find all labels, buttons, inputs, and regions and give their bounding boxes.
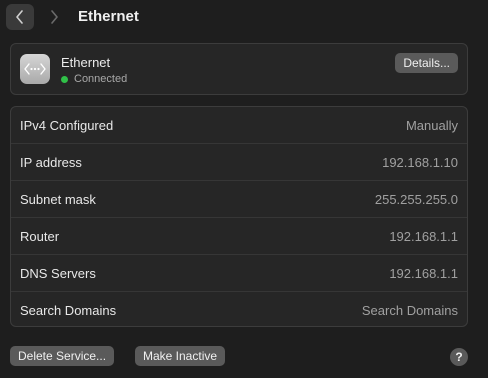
make-inactive-button[interactable]: Make Inactive: [135, 346, 226, 366]
info-row-subnet-mask: Subnet mask 255.255.255.0: [11, 181, 467, 218]
info-label: IPv4 Configured: [20, 117, 114, 133]
details-button[interactable]: Details...: [395, 53, 458, 73]
info-label: DNS Servers: [20, 265, 96, 281]
info-label: Search Domains: [20, 303, 117, 318]
info-row-dns-servers: DNS Servers 192.168.1.1: [11, 255, 467, 292]
info-value: Manually: [405, 117, 458, 133]
info-value: Search Domains: [361, 303, 458, 318]
title-bar: Ethernet: [0, 0, 488, 34]
service-card: Ethernet Connected Details...: [10, 43, 468, 95]
info-row-ip-address: IP address 192.168.1.10: [11, 144, 467, 181]
info-value: 192.168.1.10: [382, 154, 458, 170]
help-button[interactable]: ?: [450, 348, 468, 366]
info-label: Subnet mask: [20, 191, 96, 207]
delete-service-button[interactable]: Delete Service...: [10, 346, 115, 366]
service-name: Ethernet: [61, 55, 111, 70]
chevron-left-icon: [16, 10, 23, 24]
page-title: Ethernet: [78, 8, 139, 25]
info-row-ipv4-configured: IPv4 Configured Manually: [11, 107, 467, 144]
back-button[interactable]: [6, 4, 34, 30]
status-label: Connected: [74, 73, 128, 85]
ethernet-icon: [20, 54, 50, 84]
info-label: IP address: [20, 154, 82, 170]
info-value: 255.255.255.0: [374, 191, 458, 207]
chevron-right-icon: [51, 10, 58, 24]
info-row-router: Router 192.168.1.1: [11, 218, 467, 255]
info-label: Router: [20, 228, 60, 244]
status-dot-icon: [61, 75, 68, 83]
info-row-search-domains: Search Domains Search Domains: [11, 292, 467, 329]
info-value: 192.168.1.1: [389, 265, 458, 281]
connection-status: Connected: [61, 73, 127, 85]
forward-button[interactable]: [42, 4, 66, 30]
network-info-panel: IPv4 Configured Manually IP address 192.…: [10, 106, 468, 327]
info-value: 192.168.1.1: [389, 228, 458, 244]
